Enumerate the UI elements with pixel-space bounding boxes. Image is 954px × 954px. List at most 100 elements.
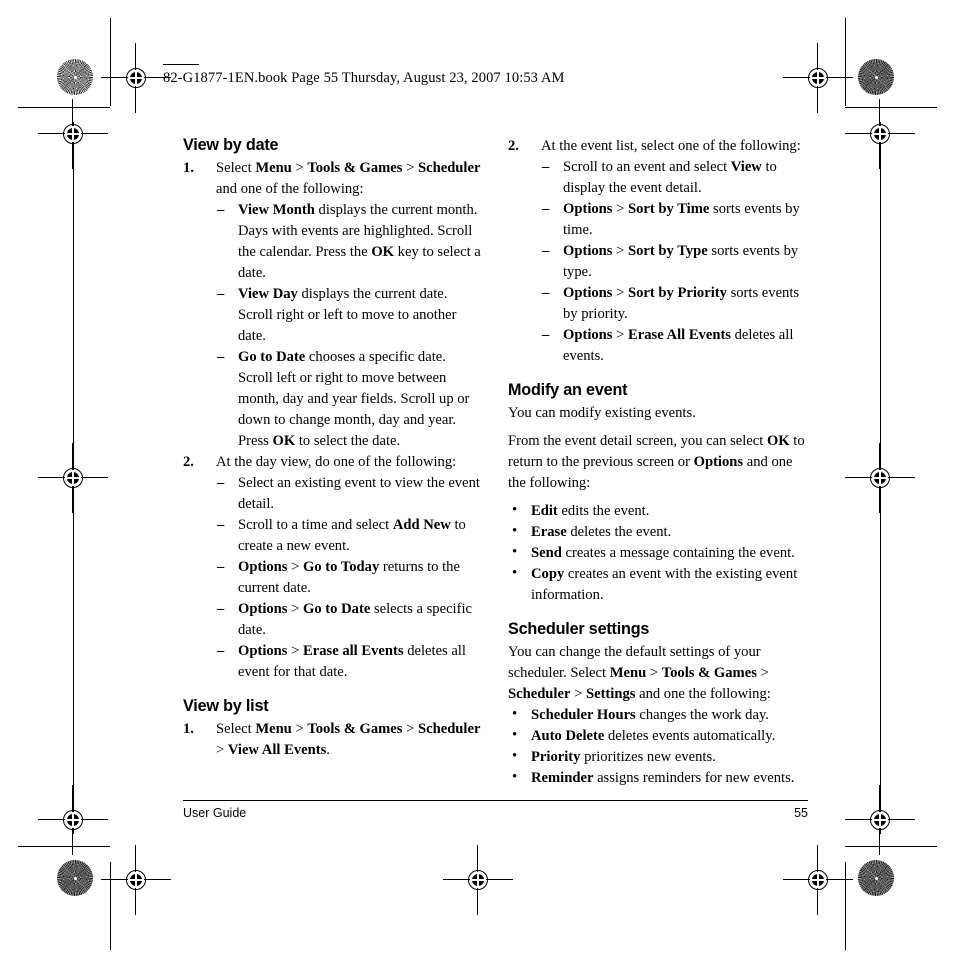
- list-item-text: Copy creates an event with the existing …: [531, 566, 798, 603]
- sub-item-text: Scroll to a time and select Add New to c…: [238, 517, 466, 554]
- sub-item-text: Options > Go to Today returns to the cur…: [238, 559, 460, 596]
- bullet-marker: •: [512, 748, 518, 764]
- step-item: 1. Select Menu > Tools & Games > Schedul…: [183, 158, 483, 452]
- dash-marker: –: [542, 201, 550, 217]
- sub-item: – View Day displays the current date. Sc…: [216, 284, 483, 347]
- heading-view-by-date: View by date: [183, 136, 279, 154]
- sub-item: – Options > Sort by Priority sorts event…: [541, 283, 808, 325]
- bullet-marker: •: [512, 565, 518, 581]
- step-text: Select Menu > Tools & Games > Scheduler …: [216, 721, 481, 758]
- list-item: • Edit edits the event.: [508, 501, 808, 522]
- right-column: 2. At the event list, select one of the …: [508, 136, 808, 789]
- step-number: 1.: [183, 721, 194, 737]
- list-item-text: Edit edits the event.: [531, 503, 650, 519]
- two-column-body: View by date 1. Select Menu > Tools & Ga…: [183, 136, 808, 789]
- dash-marker: –: [542, 243, 550, 259]
- slug-rule: [163, 64, 199, 65]
- step-item: 2. At the event list, select one of the …: [508, 136, 808, 367]
- dash-marker: –: [217, 475, 225, 491]
- list-item-text: Send creates a message containing the ev…: [531, 545, 795, 561]
- sub-item: – Options > Go to Today returns to the c…: [216, 557, 483, 599]
- sub-item: – View Month displays the current month.…: [216, 200, 483, 284]
- sub-item: – Select an existing event to view the e…: [216, 473, 483, 515]
- step-sub-list: – Scroll to an event and select View to …: [541, 157, 808, 367]
- step-text: At the event list, select one of the fol…: [541, 138, 801, 154]
- dash-marker: –: [217, 601, 225, 617]
- left-column: View by date 1. Select Menu > Tools & Ga…: [183, 136, 483, 761]
- step-number: 2.: [183, 454, 194, 470]
- scheduler-settings-paragraph: You can change the default settings of y…: [508, 644, 771, 702]
- dash-marker: –: [542, 159, 550, 175]
- bullet-marker: •: [512, 727, 518, 743]
- sub-item-text: Options > Go to Date selects a specific …: [238, 601, 472, 638]
- bullet-marker: •: [512, 544, 518, 560]
- heading-scheduler-settings: Scheduler settings: [508, 620, 650, 638]
- list-item: • Send creates a message containing the …: [508, 543, 808, 564]
- document-page: 82-G1877-1EN.book Page 55 Thursday, Augu…: [0, 0, 954, 954]
- list-item: • Auto Delete deletes events automatical…: [508, 726, 808, 747]
- sub-item: – Scroll to a time and select Add New to…: [216, 515, 483, 557]
- sub-item-text: Options > Sort by Time sorts events by t…: [563, 201, 800, 238]
- step-number: 1.: [183, 160, 194, 176]
- book-slug-line: 82-G1877-1EN.book Page 55 Thursday, Augu…: [163, 70, 565, 86]
- sub-item: – Scroll to an event and select View to …: [541, 157, 808, 199]
- list-item: • Copy creates an event with the existin…: [508, 564, 808, 606]
- dash-marker: –: [217, 559, 225, 575]
- modify-detail-paragraph: From the event detail screen, you can se…: [508, 433, 805, 491]
- sub-item: – Options > Sort by Type sorts events by…: [541, 241, 808, 283]
- list-item: • Erase deletes the event.: [508, 522, 808, 543]
- list-item-text: Erase deletes the event.: [531, 524, 672, 540]
- sub-item: – Options > Sort by Time sorts events by…: [541, 199, 808, 241]
- list-item: • Reminder assigns reminders for new eve…: [508, 768, 808, 789]
- modify-options-list: • Edit edits the event. • Erase deletes …: [508, 501, 808, 606]
- heading-view-by-list: View by list: [183, 697, 269, 715]
- footer-row: User Guide 55: [183, 801, 808, 820]
- dash-marker: –: [542, 327, 550, 343]
- list-item: • Scheduler Hours changes the work day.: [508, 705, 808, 726]
- view-by-date-steps: 1. Select Menu > Tools & Games > Schedul…: [183, 158, 483, 683]
- list-item-text: Priority prioritizes new events.: [531, 749, 716, 765]
- sub-item-text: Select an existing event to view the eve…: [238, 475, 480, 512]
- dash-marker: –: [217, 643, 225, 659]
- event-list-steps: 2. At the event list, select one of the …: [508, 136, 808, 367]
- sub-item-text: View Month displays the current month. D…: [238, 202, 481, 281]
- step-text: At the day view, do one of the following…: [216, 454, 457, 470]
- scheduler-settings-list: • Scheduler Hours changes the work day. …: [508, 705, 808, 789]
- dash-marker: –: [217, 202, 225, 218]
- dash-marker: –: [542, 285, 550, 301]
- sub-item: – Go to Date chooses a specific date. Sc…: [216, 347, 483, 452]
- step-sub-list: – View Month displays the current month.…: [216, 200, 483, 452]
- page-footer: User Guide 55: [183, 800, 808, 820]
- bullet-marker: •: [512, 502, 518, 518]
- sub-item-text: Options > Erase all Events deletes all e…: [238, 643, 466, 680]
- sub-item-text: Scroll to an event and select View to di…: [563, 159, 777, 196]
- list-item: • Priority prioritizes new events.: [508, 747, 808, 768]
- bullet-marker: •: [512, 523, 518, 539]
- step-text: Select Menu > Tools & Games > Scheduler …: [216, 160, 481, 197]
- modify-intro-paragraph: You can modify existing events.: [508, 405, 696, 421]
- list-item-text: Scheduler Hours changes the work day.: [531, 707, 769, 723]
- sub-item: – Options > Erase All Events deletes all…: [541, 325, 808, 367]
- heading-modify-an-event: Modify an event: [508, 381, 628, 399]
- sub-item-text: Options > Sort by Priority sorts events …: [563, 285, 800, 322]
- dash-marker: –: [217, 517, 225, 533]
- bullet-marker: •: [512, 706, 518, 722]
- bullet-marker: •: [512, 769, 518, 785]
- list-item-text: Reminder assigns reminders for new event…: [531, 770, 795, 786]
- sub-item-text: Options > Sort by Type sorts events by t…: [563, 243, 799, 280]
- step-sub-list: – Select an existing event to view the e…: [216, 473, 483, 683]
- dash-marker: –: [217, 286, 225, 302]
- sub-item-text: Go to Date chooses a specific date. Scro…: [238, 349, 470, 449]
- step-item: 1. Select Menu > Tools & Games > Schedul…: [183, 719, 483, 761]
- sub-item: – Options > Go to Date selects a specifi…: [216, 599, 483, 641]
- sub-item-text: View Day displays the current date. Scro…: [238, 286, 457, 344]
- step-number: 2.: [508, 138, 519, 154]
- dash-marker: –: [217, 349, 225, 365]
- list-item-text: Auto Delete deletes events automatically…: [531, 728, 776, 744]
- footer-page-number: 55: [794, 806, 808, 820]
- footer-guide-label: User Guide: [183, 806, 247, 820]
- sub-item-text: Options > Erase All Events deletes all e…: [563, 327, 794, 364]
- view-by-list-steps: 1. Select Menu > Tools & Games > Schedul…: [183, 719, 483, 761]
- sub-item: – Options > Erase all Events deletes all…: [216, 641, 483, 683]
- step-item: 2. At the day view, do one of the follow…: [183, 452, 483, 683]
